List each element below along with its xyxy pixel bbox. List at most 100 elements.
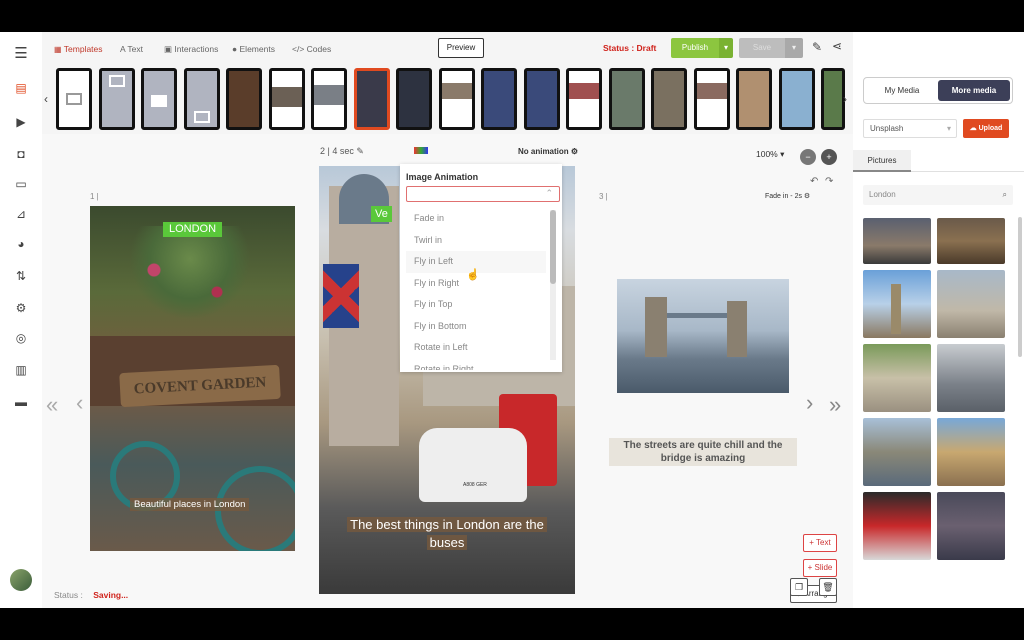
slide-3[interactable]: The streets are quite chill and the brid…	[599, 206, 807, 551]
avatar[interactable]	[10, 569, 32, 591]
color-swatch-icon[interactable]	[414, 147, 428, 154]
animation-option[interactable]: Twirl in	[406, 230, 546, 252]
animation-option[interactable]: Fly in Top	[406, 294, 546, 316]
slide-caption[interactable]: The best things in London are the buses	[341, 516, 553, 552]
template-thumb[interactable]	[566, 68, 602, 130]
media-search-input[interactable]: London ⌕	[863, 185, 1013, 205]
tab-templates[interactable]: ▦ Templates	[54, 44, 103, 54]
template-thumb[interactable]	[311, 68, 347, 130]
prev-slide-double-chevron-icon[interactable]: «	[46, 392, 58, 418]
template-thumb[interactable]	[736, 68, 772, 130]
template-thumb[interactable]	[524, 68, 560, 130]
no-animation-label[interactable]: No animation ⚙	[518, 147, 578, 156]
slide-1[interactable]: COVENT GARDEN LONDON Beautiful places in…	[90, 206, 295, 551]
save-button[interactable]: Save	[739, 38, 785, 58]
picture-thumb[interactable]	[863, 492, 931, 560]
picture-thumb[interactable]	[937, 344, 1005, 412]
more-media-tab[interactable]: More media	[938, 80, 1010, 101]
tower-bridge-photo[interactable]	[617, 279, 789, 393]
picture-thumb[interactable]	[863, 418, 931, 486]
publish-dropdown-chevron-icon[interactable]: ▾	[719, 38, 733, 58]
template-thumb-selected[interactable]	[354, 68, 390, 130]
zoom-select[interactable]: 100% ▾	[756, 149, 784, 160]
chart-icon[interactable]: ⊿	[13, 206, 29, 222]
tab-elements[interactable]: ● Elements	[232, 44, 275, 54]
picture-thumb[interactable]	[937, 418, 1005, 486]
instagram-icon[interactable]: ◎	[13, 330, 29, 346]
sort-icon[interactable]: ⇅	[13, 268, 29, 284]
tab-interactions[interactable]: ▣ Interactions	[164, 44, 218, 55]
slide-animation-label[interactable]: Fade in - 2s ⚙	[765, 192, 810, 200]
zoom-in-icon[interactable]: +	[821, 149, 837, 165]
template-thumb[interactable]	[609, 68, 645, 130]
picture-thumb[interactable]	[863, 344, 931, 412]
animation-select[interactable]: ⌃	[406, 186, 560, 202]
scrollbar-thumb[interactable]	[550, 210, 556, 284]
strip-prev-chevron-icon[interactable]: ‹	[44, 92, 48, 106]
animation-option[interactable]: Rotate in Right	[406, 359, 546, 371]
upload-button[interactable]: ☁ Upload	[963, 119, 1009, 138]
media-scrollbar[interactable]	[1018, 217, 1022, 357]
palette-icon[interactable]: ◕	[13, 236, 29, 252]
template-thumb[interactable]	[396, 68, 432, 130]
robot-icon[interactable]: ◘	[13, 146, 29, 162]
prev-slide-chevron-icon[interactable]: ‹	[76, 390, 83, 416]
play-icon[interactable]: ▶	[13, 114, 29, 130]
next-slide-double-chevron-icon[interactable]: »	[829, 392, 841, 418]
animation-option[interactable]: Fade in	[406, 208, 546, 230]
template-thumb[interactable]	[481, 68, 517, 130]
picture-thumb[interactable]	[863, 218, 931, 264]
tab-text[interactable]: A Text	[120, 44, 143, 54]
tv-icon[interactable]: ▭	[13, 176, 29, 192]
add-text-button[interactable]: + Text	[803, 534, 837, 552]
picture-thumb[interactable]	[937, 218, 1005, 264]
slide-label[interactable]: Ve	[371, 206, 392, 222]
book-icon[interactable]: ▬	[13, 394, 29, 410]
redo-icon[interactable]: ↷	[825, 176, 833, 187]
document-icon[interactable]: ▥	[13, 362, 29, 378]
template-thumb[interactable]	[226, 68, 262, 130]
template-thumb[interactable]	[56, 68, 92, 130]
add-slide-button[interactable]: + Slide	[803, 559, 837, 577]
undo-icon[interactable]: ↶	[810, 176, 818, 187]
slide-label[interactable]: LONDON	[163, 222, 223, 237]
pencil-icon[interactable]: ✎	[356, 146, 364, 156]
add-slide-label: Slide	[814, 563, 833, 572]
picture-thumb[interactable]	[937, 270, 1005, 338]
zoom-out-icon[interactable]: −	[800, 149, 816, 165]
trash-icon[interactable]: 🗑	[819, 578, 837, 596]
share-icon[interactable]: ⋖	[832, 39, 842, 53]
template-thumb[interactable]	[651, 68, 687, 130]
preview-button[interactable]: Preview	[438, 38, 484, 58]
scrollbar[interactable]	[550, 210, 556, 360]
picture-thumb[interactable]	[863, 270, 931, 338]
menu-icon[interactable]: ☰	[13, 46, 29, 62]
template-thumb[interactable]	[141, 68, 177, 130]
publish-button[interactable]: Publish	[671, 38, 719, 58]
template-thumb[interactable]	[99, 68, 135, 130]
template-thumb[interactable]	[779, 68, 815, 130]
save-dropdown-chevron-icon[interactable]: ▾	[785, 38, 803, 58]
animation-option[interactable]: Fly in Bottom	[406, 316, 546, 338]
my-media-tab[interactable]: My Media	[866, 80, 938, 101]
duplicate-icon[interactable]: ❐	[790, 578, 808, 596]
strip-next-chevron-icon[interactable]: ›	[843, 92, 847, 106]
slide-caption[interactable]: Beautiful places in London	[130, 498, 250, 511]
template-thumb[interactable]	[269, 68, 305, 130]
tab-codes[interactable]: </> Codes	[292, 44, 331, 54]
template-thumb[interactable]	[184, 68, 220, 130]
slide-caption[interactable]: The streets are quite chill and the brid…	[609, 438, 797, 466]
thumb-photo	[697, 83, 727, 99]
edit-icon[interactable]: ✎	[812, 40, 822, 54]
clapper-icon[interactable]: ▤	[13, 80, 29, 96]
pictures-tab[interactable]: Pictures	[853, 150, 911, 172]
template-thumb[interactable]	[694, 68, 730, 130]
template-thumb[interactable]	[439, 68, 475, 130]
picture-thumb[interactable]	[937, 492, 1005, 560]
next-slide-chevron-icon[interactable]: ›	[806, 390, 813, 416]
template-thumb[interactable]	[821, 68, 845, 130]
gear-icon[interactable]: ⚙	[13, 300, 29, 316]
animation-option[interactable]: Rotate in Left	[406, 337, 546, 359]
gear-icon: ⚙	[803, 193, 811, 200]
source-select[interactable]: Unsplash ▾	[863, 119, 957, 138]
